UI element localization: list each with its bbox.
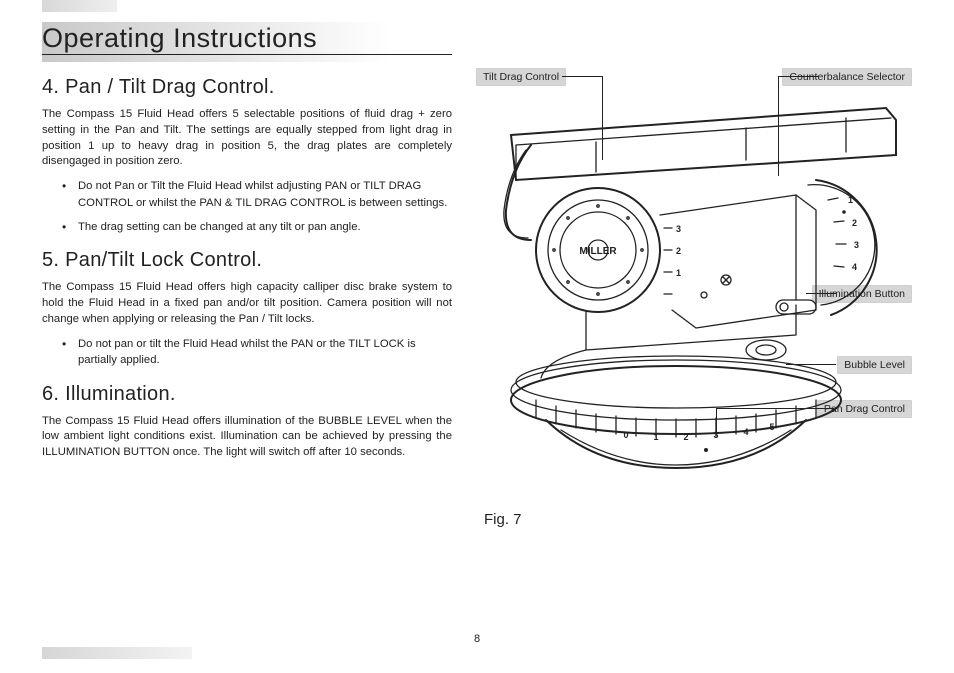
figure-7: Tilt Drag Control Counterbalance Selecto… [476, 22, 912, 542]
svg-text:0: 0 [623, 430, 628, 440]
svg-text:1: 1 [676, 268, 681, 278]
bullet-item: Do not pan or tilt the Fluid Head whilst… [62, 336, 452, 369]
page-title: Operating Instructions [42, 22, 452, 55]
section-para-4: The Compass 15 Fluid Head offers 5 selec… [42, 107, 452, 170]
svg-text:2: 2 [852, 218, 857, 228]
svg-text:4: 4 [743, 427, 748, 437]
title-bar: Operating Instructions [42, 22, 452, 62]
svg-text:3: 3 [713, 430, 718, 440]
svg-text:4: 4 [852, 262, 857, 272]
svg-text:5: 5 [769, 422, 774, 432]
svg-text:3: 3 [854, 240, 859, 250]
brand-label: MILLER [579, 246, 617, 257]
section-para-5: The Compass 15 Fluid Head offers high ca… [42, 280, 452, 327]
section-para-6: The Compass 15 Fluid Head offers illumin… [42, 414, 452, 461]
bottom-tab [42, 647, 192, 659]
section-heading-5: 5. Pan/Tilt Lock Control. [42, 249, 452, 272]
section-heading-6: 6. Illumination. [42, 383, 452, 406]
page-number: 8 [474, 633, 480, 645]
callout-counterbalance: Counterbalance Selector [782, 68, 912, 86]
svg-text:1: 1 [653, 432, 658, 442]
fluid-head-diagram: .ln{fill:none;stroke:#222;stroke-width:1… [476, 100, 916, 470]
svg-text:3: 3 [676, 224, 681, 234]
figure-caption: Fig. 7 [484, 511, 522, 528]
bullet-item: Do not Pan or Tilt the Fluid Head whilst… [62, 178, 452, 211]
section-heading-4: 4. Pan / Tilt Drag Control. [42, 76, 452, 99]
svg-text:1: 1 [848, 195, 853, 205]
top-tab [42, 0, 117, 12]
svg-text:2: 2 [676, 246, 681, 256]
svg-text:2: 2 [683, 432, 688, 442]
bullet-item: The drag setting can be changed at any t… [62, 219, 452, 235]
callout-tilt-drag: Tilt Drag Control [476, 68, 566, 86]
